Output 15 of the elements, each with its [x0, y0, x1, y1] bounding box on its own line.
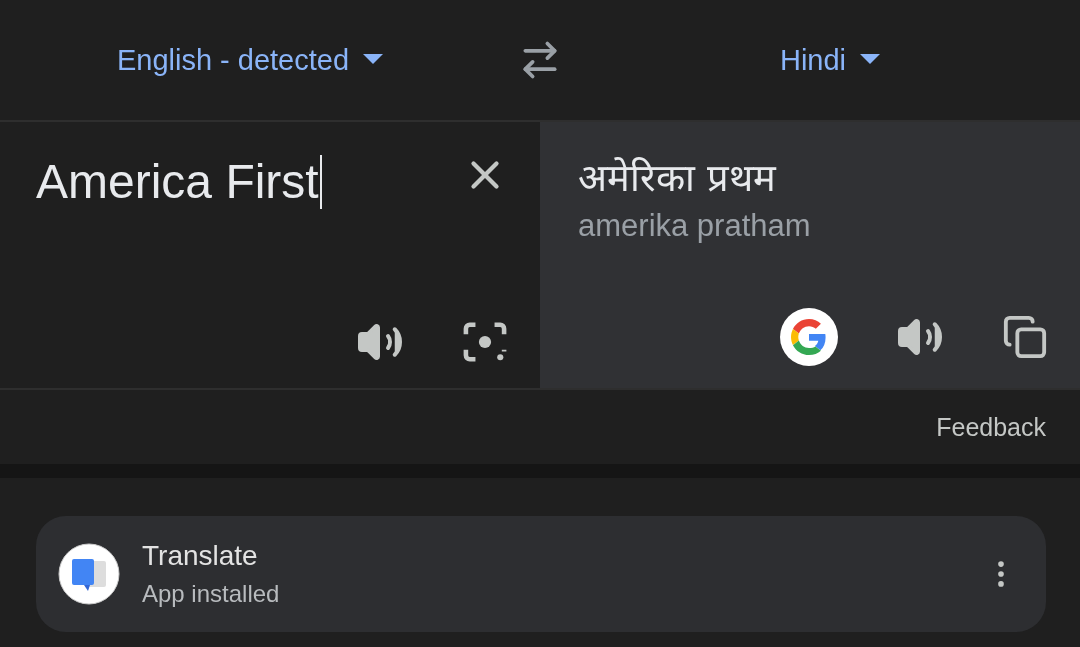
- translation-text: अमेरिका प्रथम: [578, 155, 778, 202]
- app-status-text: App installed: [142, 580, 281, 608]
- target-language-button[interactable]: Hindi: [769, 37, 891, 83]
- source-text-field[interactable]: America First: [36, 152, 322, 209]
- source-language-button[interactable]: English - detected: [106, 37, 394, 83]
- feedback-link[interactable]: Feedback: [936, 412, 1046, 442]
- google-logo-icon[interactable]: [780, 308, 838, 366]
- app-title: Translate: [142, 540, 259, 572]
- app-card[interactable]: Translate App installed: [36, 516, 1046, 632]
- caret-icon: [363, 54, 384, 66]
- camera-icon[interactable]: [462, 321, 508, 363]
- copy-icon[interactable]: [1002, 314, 1048, 360]
- transliteration-text: amerika pratham: [578, 208, 812, 244]
- translate-app-icon: [58, 543, 120, 605]
- caret-icon: [860, 54, 881, 66]
